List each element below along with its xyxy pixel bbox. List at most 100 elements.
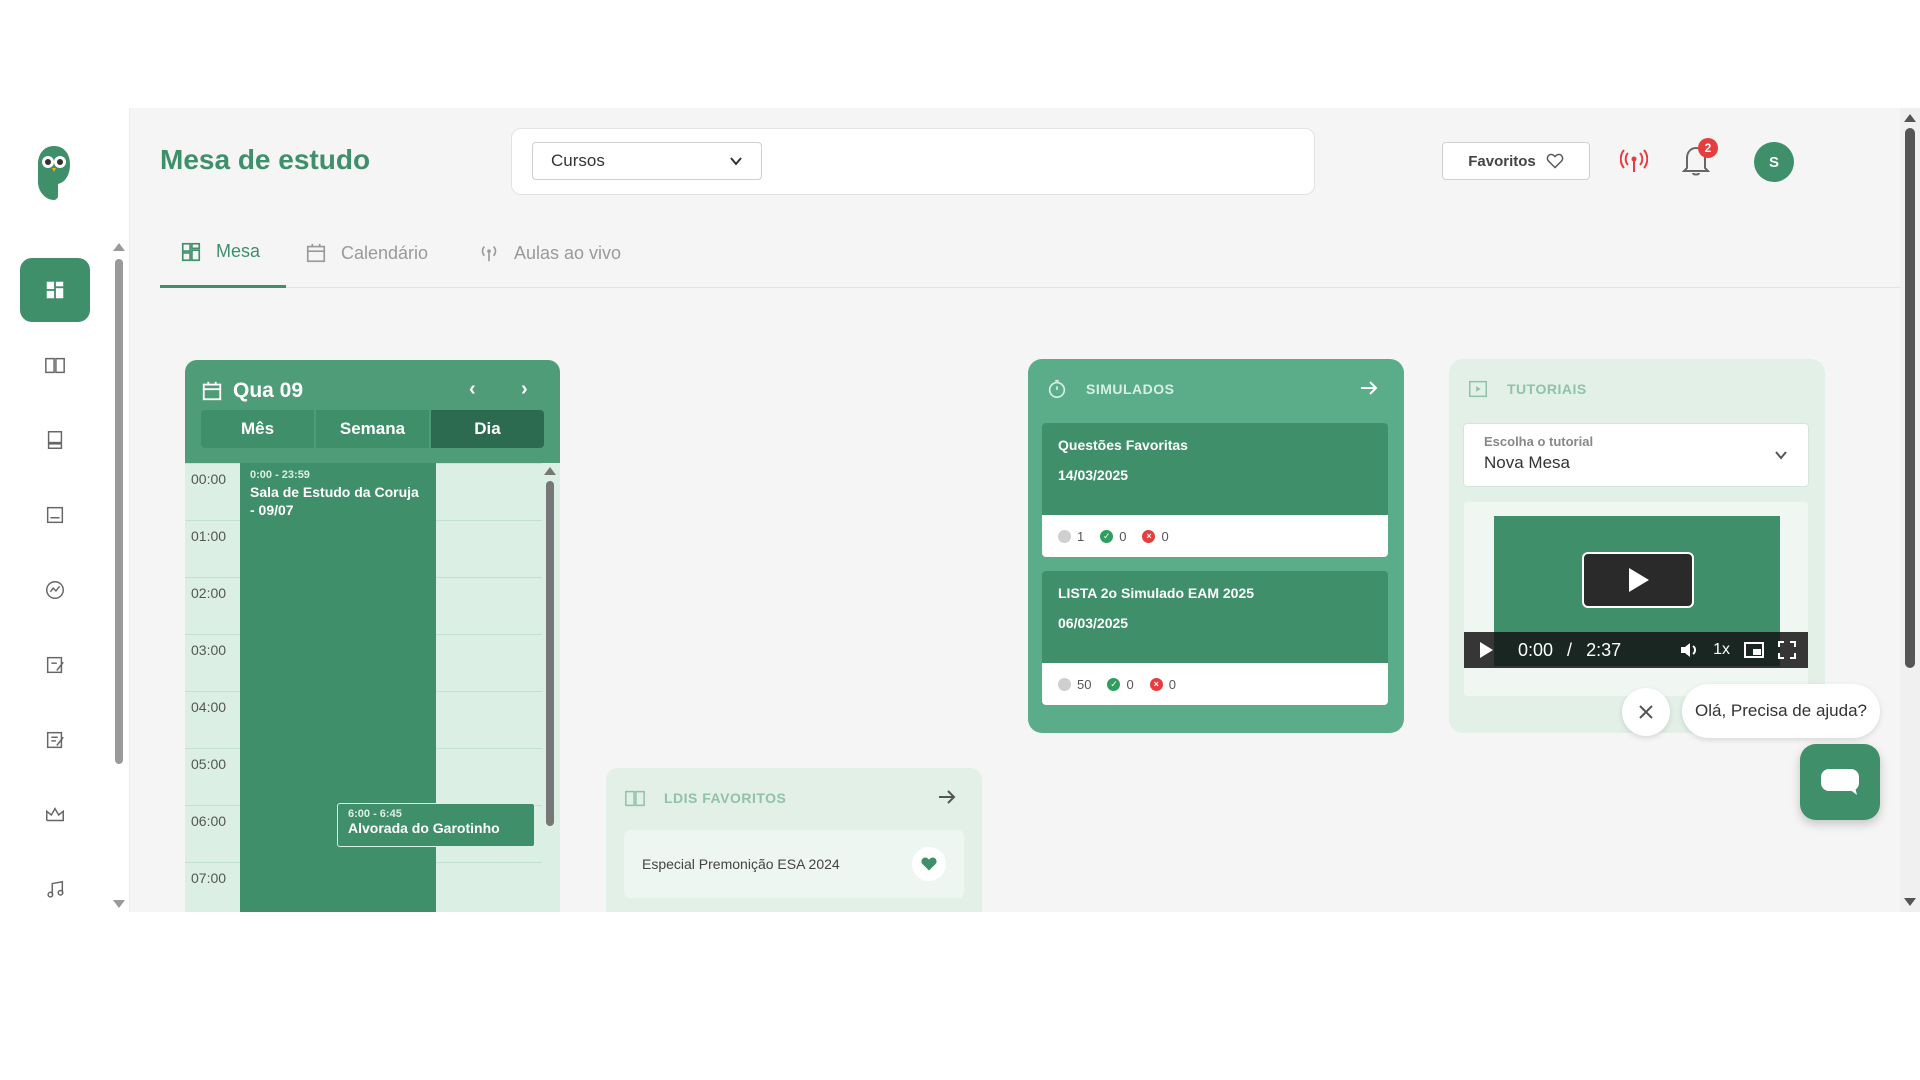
- view-dia-button[interactable]: Dia: [431, 410, 544, 448]
- book-icon: [47, 431, 63, 449]
- video-speed[interactable]: 1x: [1713, 641, 1730, 659]
- hour-label: 06:00: [191, 813, 227, 829]
- calendar-event[interactable]: 6:00 - 6:45 Alvorada do Garotinho: [337, 803, 535, 847]
- tab-mesa[interactable]: Mesa: [160, 218, 286, 288]
- pending-dot-icon: [1058, 529, 1071, 543]
- sidebar-item-chart[interactable]: [20, 558, 90, 622]
- tutoriais-title: TUTORIAIS: [1507, 381, 1587, 397]
- calendar-prev-icon[interactable]: ‹: [469, 378, 476, 401]
- sidebar-item-dashboard[interactable]: [20, 258, 90, 322]
- play-icon: [1629, 568, 1649, 592]
- stat-wrong: × 0: [1149, 677, 1176, 692]
- book-open-icon: [45, 357, 65, 374]
- sidebar-item-edit[interactable]: [20, 633, 90, 697]
- close-icon: [1639, 705, 1653, 719]
- scroll-up-icon[interactable]: [1904, 114, 1916, 122]
- course-search-box[interactable]: Cursos: [511, 128, 1315, 195]
- scroll-up-icon[interactable]: [113, 243, 125, 251]
- picture-in-picture-icon[interactable]: [1744, 642, 1764, 658]
- grid-icon: [181, 242, 201, 261]
- tutorial-video-player[interactable]: 0:00 / 2:37 1x: [1463, 501, 1809, 697]
- favoritos-button[interactable]: Favoritos: [1442, 142, 1590, 180]
- chat-button[interactable]: [1800, 744, 1880, 820]
- stat-wrong: × 0: [1142, 529, 1169, 544]
- ldis-favoritos-card: LDIS FAVORITOS Especial Premonição ESA 2…: [606, 768, 982, 912]
- heart-icon[interactable]: [912, 847, 946, 881]
- sidebar-item-edit-list[interactable]: [20, 708, 90, 772]
- pending-count: 50: [1077, 676, 1092, 692]
- arrow-right-icon[interactable]: [936, 786, 958, 808]
- simulado-item[interactable]: LISTA 2o Simulado EAM 2025 06/03/2025 50…: [1042, 571, 1388, 705]
- volume-icon[interactable]: [1679, 641, 1699, 659]
- simulados-title: SIMULADOS: [1086, 381, 1175, 397]
- calendar-scrollbar[interactable]: [544, 467, 556, 912]
- sidebar-item-book-open[interactable]: [20, 333, 90, 397]
- scroll-up-icon[interactable]: [544, 467, 556, 475]
- cursos-dropdown[interactable]: Cursos: [532, 142, 762, 180]
- user-avatar[interactable]: S: [1754, 142, 1794, 182]
- x-icon: ×: [1142, 529, 1156, 543]
- sidebar-item-music[interactable]: [20, 858, 90, 912]
- arrow-right-icon[interactable]: [1358, 377, 1380, 399]
- scroll-thumb[interactable]: [546, 481, 554, 826]
- simulado-date: 14/03/2025: [1058, 467, 1129, 483]
- sidebar-scrollbar[interactable]: [113, 243, 125, 908]
- sidebar-item-crown[interactable]: [20, 783, 90, 847]
- owl-logo[interactable]: [36, 144, 72, 202]
- play-icon[interactable]: [1478, 641, 1494, 659]
- tab-calendario[interactable]: Calendário: [305, 218, 428, 288]
- cursos-label: Cursos: [551, 151, 605, 170]
- calendar-view-switch: Mês Semana Dia: [201, 410, 544, 448]
- simulados-card: SIMULADOS Questões Favoritas 14/03/2025 …: [1028, 359, 1404, 733]
- sidebar-item-book[interactable]: [20, 408, 90, 472]
- scroll-thumb[interactable]: [115, 259, 123, 764]
- chevron-down-icon: [730, 157, 742, 166]
- page-scrollbar[interactable]: [1900, 108, 1920, 912]
- event-time: 6:00 - 6:45: [348, 808, 402, 820]
- tutoriais-card: TUTORIAIS Escolha o tutorial Nova Mesa 0…: [1449, 359, 1825, 733]
- check-icon: ✓: [1107, 677, 1121, 691]
- sidebar-item-notebook[interactable]: [20, 483, 90, 547]
- favoritos-label: Favoritos: [1468, 152, 1536, 170]
- scroll-down-icon[interactable]: [1904, 898, 1916, 906]
- tab-calendario-label: Calendário: [341, 242, 429, 263]
- view-mes-button[interactable]: Mês: [201, 410, 316, 448]
- hour-label: 00:00: [191, 471, 227, 487]
- stopwatch-icon: [1048, 379, 1066, 399]
- video-controls: 0:00 / 2:37 1x: [1464, 632, 1808, 668]
- stat-correct: ✓ 0: [1100, 529, 1126, 544]
- broadcast-icon: [481, 245, 497, 262]
- simulado-item[interactable]: Questões Favoritas 14/03/2025 1 ✓ 0 × 0: [1042, 423, 1388, 557]
- tutoriais-header: TUTORIAIS: [1467, 377, 1587, 401]
- check-icon: ✓: [1100, 529, 1114, 543]
- stat-pending: 1: [1058, 529, 1084, 544]
- correct-count: 0: [1126, 676, 1134, 692]
- notebook-icon: [46, 506, 64, 524]
- hour-label: 04:00: [191, 699, 227, 715]
- help-close-button[interactable]: [1622, 688, 1670, 736]
- ldis-title: LDIS FAVORITOS: [664, 790, 787, 806]
- hour-label: 05:00: [191, 756, 227, 772]
- live-broadcast-icon[interactable]: [1619, 148, 1649, 174]
- video-duration: 2:37: [1586, 639, 1622, 660]
- notification-badge: 2: [1698, 138, 1718, 158]
- event-time: 0:00 - 23:59: [250, 469, 310, 481]
- simulado-date: 06/03/2025: [1058, 615, 1129, 631]
- tutorial-select[interactable]: Escolha o tutorial Nova Mesa: [1463, 423, 1809, 487]
- calendar-next-icon[interactable]: ›: [521, 378, 528, 401]
- scroll-thumb[interactable]: [1905, 128, 1915, 668]
- event-name: Alvorada do Garotinho: [348, 820, 500, 836]
- list-item[interactable]: Especial Premonição ESA 2024: [624, 830, 964, 898]
- scroll-down-icon[interactable]: [113, 900, 125, 908]
- hour-label: 02:00: [191, 585, 227, 601]
- event-name: Sala de Estudo da Coruja - 09/07: [250, 484, 419, 518]
- video-play-button[interactable]: [1582, 552, 1694, 608]
- calendar-icon: [306, 243, 326, 263]
- tab-aulas-ao-vivo[interactable]: Aulas ao vivo: [478, 218, 621, 288]
- fullscreen-icon[interactable]: [1778, 641, 1796, 659]
- page-title: Mesa de estudo: [160, 144, 371, 175]
- tutorial-select-value: Nova Mesa: [1484, 453, 1570, 472]
- view-semana-button[interactable]: Semana: [316, 410, 431, 448]
- help-bubble[interactable]: Olá, Precisa de ajuda?: [1682, 684, 1880, 738]
- video-current-time: 0:00: [1518, 639, 1554, 660]
